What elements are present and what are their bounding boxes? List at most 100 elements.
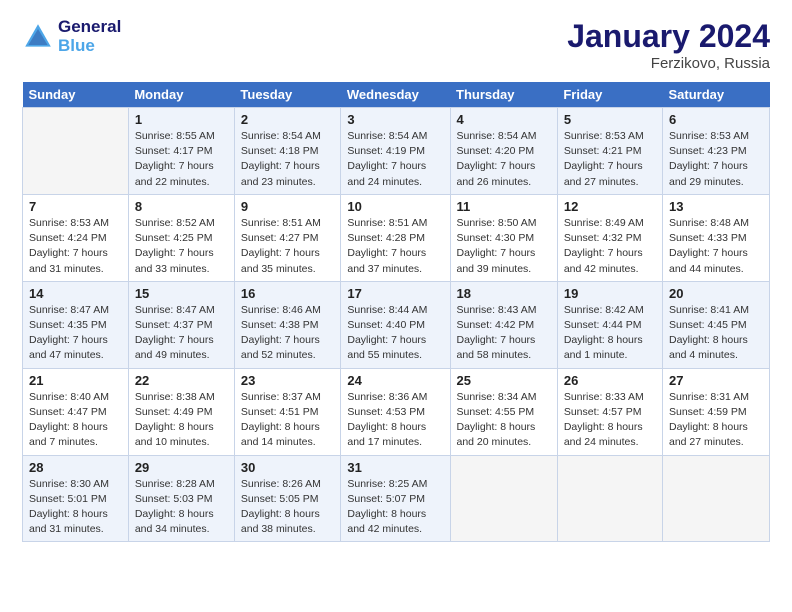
day-number: 8 <box>135 199 228 214</box>
column-header-sunday: Sunday <box>23 82 129 108</box>
day-number: 26 <box>564 373 656 388</box>
logo-icon <box>22 21 54 53</box>
week-row-4: 21Sunrise: 8:40 AM Sunset: 4:47 PM Dayli… <box>23 368 770 455</box>
day-info: Sunrise: 8:25 AM Sunset: 5:07 PM Dayligh… <box>347 477 443 538</box>
day-info: Sunrise: 8:54 AM Sunset: 4:19 PM Dayligh… <box>347 129 443 190</box>
calendar-cell: 14 Sunrise: 8:47 AM Sunset: 4:35 PM Dayli… <box>23 281 129 368</box>
day-info: Sunrise: 8:31 AM Sunset: 4:59 PM Dayligh… <box>669 390 763 451</box>
day-number: 28 <box>29 460 122 475</box>
day-info: Sunrise: 8:48 AM Sunset: 4:33 PM Dayligh… <box>669 216 763 277</box>
day-info: Sunrise: 8:36 AM Sunset: 4:53 PM Dayligh… <box>347 390 443 451</box>
calendar-cell: 30 Sunrise: 8:26 AM Sunset: 5:05 PM Dayli… <box>234 455 340 542</box>
day-number: 14 <box>29 286 122 301</box>
calendar-cell: 9 Sunrise: 8:51 AM Sunset: 4:27 PM Daylig… <box>234 194 340 281</box>
day-number: 11 <box>457 199 551 214</box>
week-row-3: 14 Sunrise: 8:47 AM Sunset: 4:35 PM Dayli… <box>23 281 770 368</box>
calendar-cell: 12 Sunrise: 8:49 AM Sunset: 4:32 PM Dayli… <box>557 194 662 281</box>
column-header-tuesday: Tuesday <box>234 82 340 108</box>
column-header-monday: Monday <box>128 82 234 108</box>
calendar-header-row: SundayMondayTuesdayWednesdayThursdayFrid… <box>23 82 770 108</box>
day-number: 19 <box>564 286 656 301</box>
calendar-cell: 1 Sunrise: 8:55 AM Sunset: 4:17 PM Daylig… <box>128 108 234 195</box>
day-number: 3 <box>347 112 443 127</box>
week-row-2: 7Sunrise: 8:53 AM Sunset: 4:24 PM Daylig… <box>23 194 770 281</box>
day-info: Sunrise: 8:53 AM Sunset: 4:23 PM Dayligh… <box>669 129 763 190</box>
day-info: Sunrise: 8:55 AM Sunset: 4:17 PM Dayligh… <box>135 129 228 190</box>
day-info: Sunrise: 8:26 AM Sunset: 5:05 PM Dayligh… <box>241 477 334 538</box>
day-number: 30 <box>241 460 334 475</box>
logo-text: General Blue <box>58 18 121 55</box>
day-number: 24 <box>347 373 443 388</box>
column-header-thursday: Thursday <box>450 82 557 108</box>
day-info: Sunrise: 8:47 AM Sunset: 4:37 PM Dayligh… <box>135 303 228 364</box>
day-info: Sunrise: 8:52 AM Sunset: 4:25 PM Dayligh… <box>135 216 228 277</box>
day-number: 9 <box>241 199 334 214</box>
title-block: January 2024 Ferzikovo, Russia <box>567 18 770 72</box>
day-number: 1 <box>135 112 228 127</box>
day-number: 27 <box>669 373 763 388</box>
calendar-cell: 28Sunrise: 8:30 AM Sunset: 5:01 PM Dayli… <box>23 455 129 542</box>
calendar-cell: 19 Sunrise: 8:42 AM Sunset: 4:44 PM Dayli… <box>557 281 662 368</box>
calendar-cell: 29Sunrise: 8:28 AM Sunset: 5:03 PM Dayli… <box>128 455 234 542</box>
day-info: Sunrise: 8:53 AM Sunset: 4:21 PM Dayligh… <box>564 129 656 190</box>
day-info: Sunrise: 8:38 AM Sunset: 4:49 PM Dayligh… <box>135 390 228 451</box>
day-number: 10 <box>347 199 443 214</box>
day-number: 31 <box>347 460 443 475</box>
calendar-title: January 2024 <box>567 18 770 55</box>
day-info: Sunrise: 8:51 AM Sunset: 4:28 PM Dayligh… <box>347 216 443 277</box>
day-number: 22 <box>135 373 228 388</box>
day-info: Sunrise: 8:41 AM Sunset: 4:45 PM Dayligh… <box>669 303 763 364</box>
day-number: 7 <box>29 199 122 214</box>
calendar-cell: 4Sunrise: 8:54 AM Sunset: 4:20 PM Daylig… <box>450 108 557 195</box>
calendar-cell: 26 Sunrise: 8:33 AM Sunset: 4:57 PM Dayli… <box>557 368 662 455</box>
day-info: Sunrise: 8:49 AM Sunset: 4:32 PM Dayligh… <box>564 216 656 277</box>
calendar-cell: 18 Sunrise: 8:43 AM Sunset: 4:42 PM Dayli… <box>450 281 557 368</box>
calendar-cell: 16Sunrise: 8:46 AM Sunset: 4:38 PM Dayli… <box>234 281 340 368</box>
calendar-cell <box>557 455 662 542</box>
day-number: 23 <box>241 373 334 388</box>
calendar-cell: 21Sunrise: 8:40 AM Sunset: 4:47 PM Dayli… <box>23 368 129 455</box>
calendar-cell: 20 Sunrise: 8:41 AM Sunset: 4:45 PM Dayli… <box>662 281 769 368</box>
day-number: 18 <box>457 286 551 301</box>
day-info: Sunrise: 8:44 AM Sunset: 4:40 PM Dayligh… <box>347 303 443 364</box>
day-info: Sunrise: 8:46 AM Sunset: 4:38 PM Dayligh… <box>241 303 334 364</box>
calendar-cell: 22 Sunrise: 8:38 AM Sunset: 4:49 PM Dayli… <box>128 368 234 455</box>
column-header-saturday: Saturday <box>662 82 769 108</box>
calendar-cell: 5 Sunrise: 8:53 AM Sunset: 4:21 PM Daylig… <box>557 108 662 195</box>
day-number: 20 <box>669 286 763 301</box>
day-number: 25 <box>457 373 551 388</box>
logo: General Blue <box>22 18 121 55</box>
day-info: Sunrise: 8:43 AM Sunset: 4:42 PM Dayligh… <box>457 303 551 364</box>
column-header-wednesday: Wednesday <box>341 82 450 108</box>
calendar-cell: 7Sunrise: 8:53 AM Sunset: 4:24 PM Daylig… <box>23 194 129 281</box>
day-info: Sunrise: 8:42 AM Sunset: 4:44 PM Dayligh… <box>564 303 656 364</box>
day-info: Sunrise: 8:50 AM Sunset: 4:30 PM Dayligh… <box>457 216 551 277</box>
calendar-cell: 10 Sunrise: 8:51 AM Sunset: 4:28 PM Dayli… <box>341 194 450 281</box>
calendar-cell: 3 Sunrise: 8:54 AM Sunset: 4:19 PM Daylig… <box>341 108 450 195</box>
calendar-cell: 24 Sunrise: 8:36 AM Sunset: 4:53 PM Dayli… <box>341 368 450 455</box>
day-info: Sunrise: 8:54 AM Sunset: 4:18 PM Dayligh… <box>241 129 334 190</box>
calendar-cell: 15Sunrise: 8:47 AM Sunset: 4:37 PM Dayli… <box>128 281 234 368</box>
day-number: 17 <box>347 286 443 301</box>
day-number: 21 <box>29 373 122 388</box>
day-number: 4 <box>457 112 551 127</box>
day-number: 12 <box>564 199 656 214</box>
calendar-cell: 17 Sunrise: 8:44 AM Sunset: 4:40 PM Dayli… <box>341 281 450 368</box>
column-header-friday: Friday <box>557 82 662 108</box>
day-info: Sunrise: 8:33 AM Sunset: 4:57 PM Dayligh… <box>564 390 656 451</box>
page-container: General Blue January 2024 Ferzikovo, Rus… <box>0 0 792 554</box>
calendar-cell: 2Sunrise: 8:54 AM Sunset: 4:18 PM Daylig… <box>234 108 340 195</box>
calendar-cell: 31 Sunrise: 8:25 AM Sunset: 5:07 PM Dayli… <box>341 455 450 542</box>
day-number: 6 <box>669 112 763 127</box>
week-row-1: 1 Sunrise: 8:55 AM Sunset: 4:17 PM Daylig… <box>23 108 770 195</box>
calendar-cell: 13Sunrise: 8:48 AM Sunset: 4:33 PM Dayli… <box>662 194 769 281</box>
calendar-cell <box>23 108 129 195</box>
calendar-cell: 23 Sunrise: 8:37 AM Sunset: 4:51 PM Dayli… <box>234 368 340 455</box>
day-number: 5 <box>564 112 656 127</box>
day-info: Sunrise: 8:37 AM Sunset: 4:51 PM Dayligh… <box>241 390 334 451</box>
calendar-cell <box>662 455 769 542</box>
day-info: Sunrise: 8:47 AM Sunset: 4:35 PM Dayligh… <box>29 303 122 364</box>
week-row-5: 28Sunrise: 8:30 AM Sunset: 5:01 PM Dayli… <box>23 455 770 542</box>
calendar-cell: 11 Sunrise: 8:50 AM Sunset: 4:30 PM Dayli… <box>450 194 557 281</box>
day-info: Sunrise: 8:51 AM Sunset: 4:27 PM Dayligh… <box>241 216 334 277</box>
